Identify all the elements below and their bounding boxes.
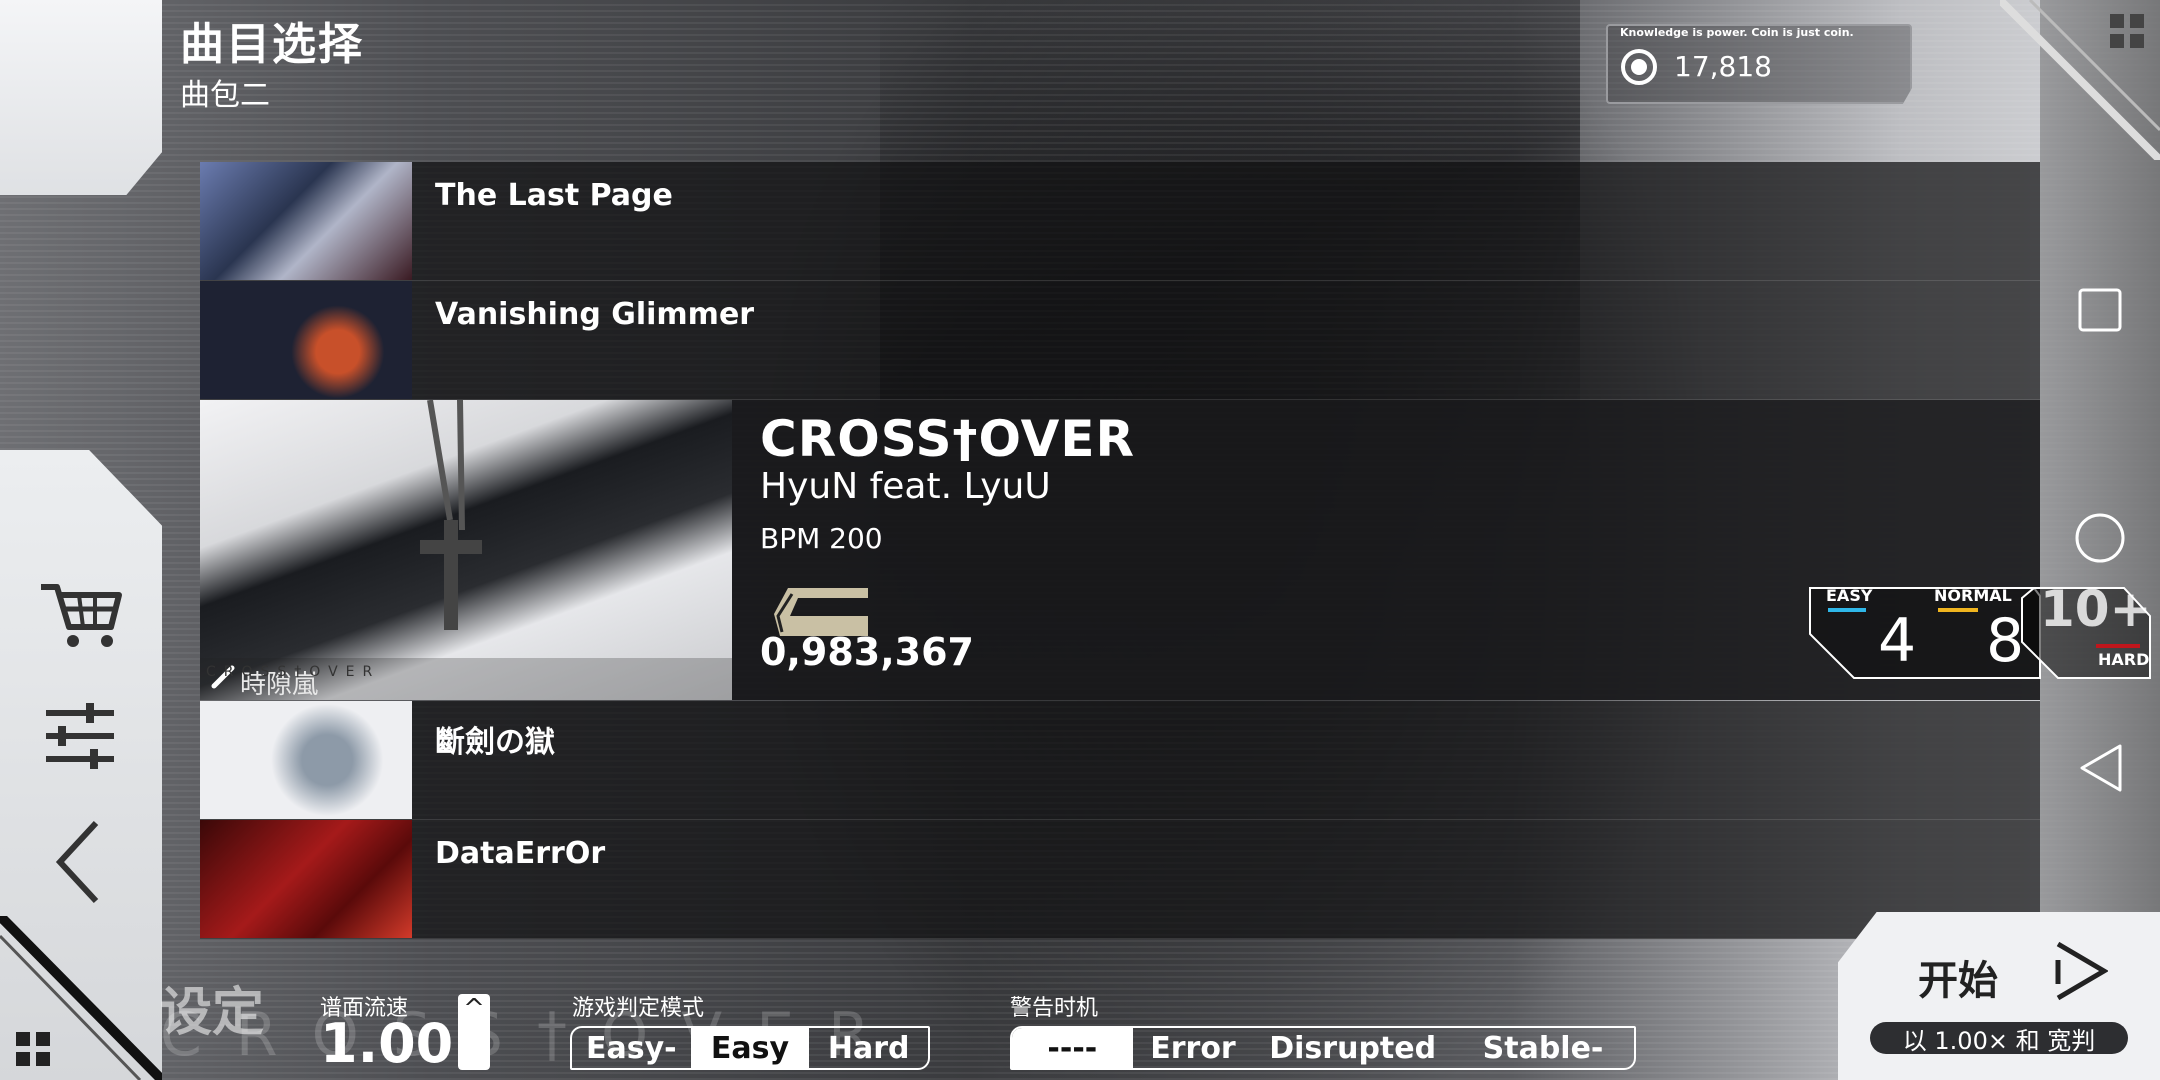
song-title: 斷劍の獄 [435,725,555,760]
speed-adjust-button[interactable]: ^ [458,994,490,1070]
difficulty-normal-level[interactable]: 8 [1986,606,2024,676]
difficulty-hard-label: HARD [2098,650,2150,669]
corner-stripes [0,916,162,1080]
coin-value: 17,818 [1674,50,1772,83]
song-row[interactable]: The Last Page [200,162,2040,281]
warn-option-none[interactable]: ---- [1012,1028,1133,1068]
back-button[interactable] [30,812,130,912]
art-watermark: CROSS†OVER [206,664,381,680]
nav-back-button[interactable] [2074,742,2126,794]
normal-color-bar [1938,608,1978,612]
warning-timing-label: 警告时机 [1010,996,1099,1021]
judge-option-hard[interactable]: Hard [809,1028,928,1068]
warn-option-stable-minus[interactable]: Stable- [1452,1028,1634,1068]
sidebar-top-panel [0,0,162,195]
selected-song-bpm: BPM 200 [760,522,883,555]
song-row[interactable]: 斷劍の獄 [200,701,2040,820]
chevron-up-icon: ^ [463,994,485,1024]
song-jacket [200,820,412,938]
start-settings-summary: 以 1.00× 和 宽判 [1870,1022,2128,1055]
warning-timing-selector: ---- Error Disrupted Stable- [1010,1026,1636,1070]
nav-home-button[interactable] [2074,512,2126,564]
triangle-back-icon [2080,744,2122,792]
cross-pendant [420,400,482,630]
hard-color-bar [2096,644,2140,648]
song-title: DataErrOr [435,836,606,871]
circle-icon [2075,513,2125,563]
page-title: 曲目选择 [180,19,364,70]
selected-song-jacket [200,400,732,700]
selected-song-artist: HyuN feat. LyuU [760,466,1051,507]
settings-sliders-button[interactable] [30,686,130,786]
square-icon [2078,288,2122,332]
song-title: The Last Page [435,178,673,213]
back-chevron-icon [55,820,99,904]
judge-mode-label: 游戏判定模式 [572,996,705,1021]
judge-option-easy[interactable]: Easy [690,1028,810,1068]
start-label: 开始 [1918,958,1998,1004]
nav-recents-button[interactable] [2074,284,2126,336]
cart-icon [41,584,122,647]
judge-option-easy-minus[interactable]: Easy- [572,1028,691,1068]
sliders-icon [46,703,114,769]
judge-mode-selector: Easy- Easy Hard [570,1026,930,1070]
grid-icon [2110,14,2144,48]
song-jacket [200,281,412,399]
coin-motto: Knowledge is power. Coin is just coin. [1620,26,1854,39]
top-menu-button[interactable] [2110,14,2144,48]
difficulty-selector[interactable]: EASY 4 NORMAL 8 10+ HARD [1808,580,2152,680]
coin-icon [1621,49,1657,85]
song-row[interactable]: DataErrOr [200,820,2040,939]
shop-button[interactable] [30,560,130,660]
difficulty-hard-level[interactable]: 10+ [2040,580,2151,638]
warn-option-disrupted[interactable]: Disrupted [1253,1028,1452,1068]
difficulty-easy-label: EASY [1826,586,1873,605]
best-score: 0,983,367 [760,630,974,674]
song-row[interactable]: Vanishing Glimmer [200,281,2040,400]
warn-option-error[interactable]: Error [1133,1028,1254,1068]
difficulty-normal-label: NORMAL [1934,586,2012,605]
song-jacket [200,162,412,280]
song-title: Vanishing Glimmer [435,297,755,332]
pack-name: 曲包二 [180,78,270,113]
selected-song-title: CROSS†OVER [760,410,1135,468]
easy-color-bar [1828,608,1866,612]
difficulty-easy-level[interactable]: 4 [1878,606,1916,676]
play-icon [2055,941,2108,1001]
speed-value: 1.00 [320,1012,454,1075]
song-jacket [200,701,412,819]
settings-heading: 设定 [160,983,265,1043]
